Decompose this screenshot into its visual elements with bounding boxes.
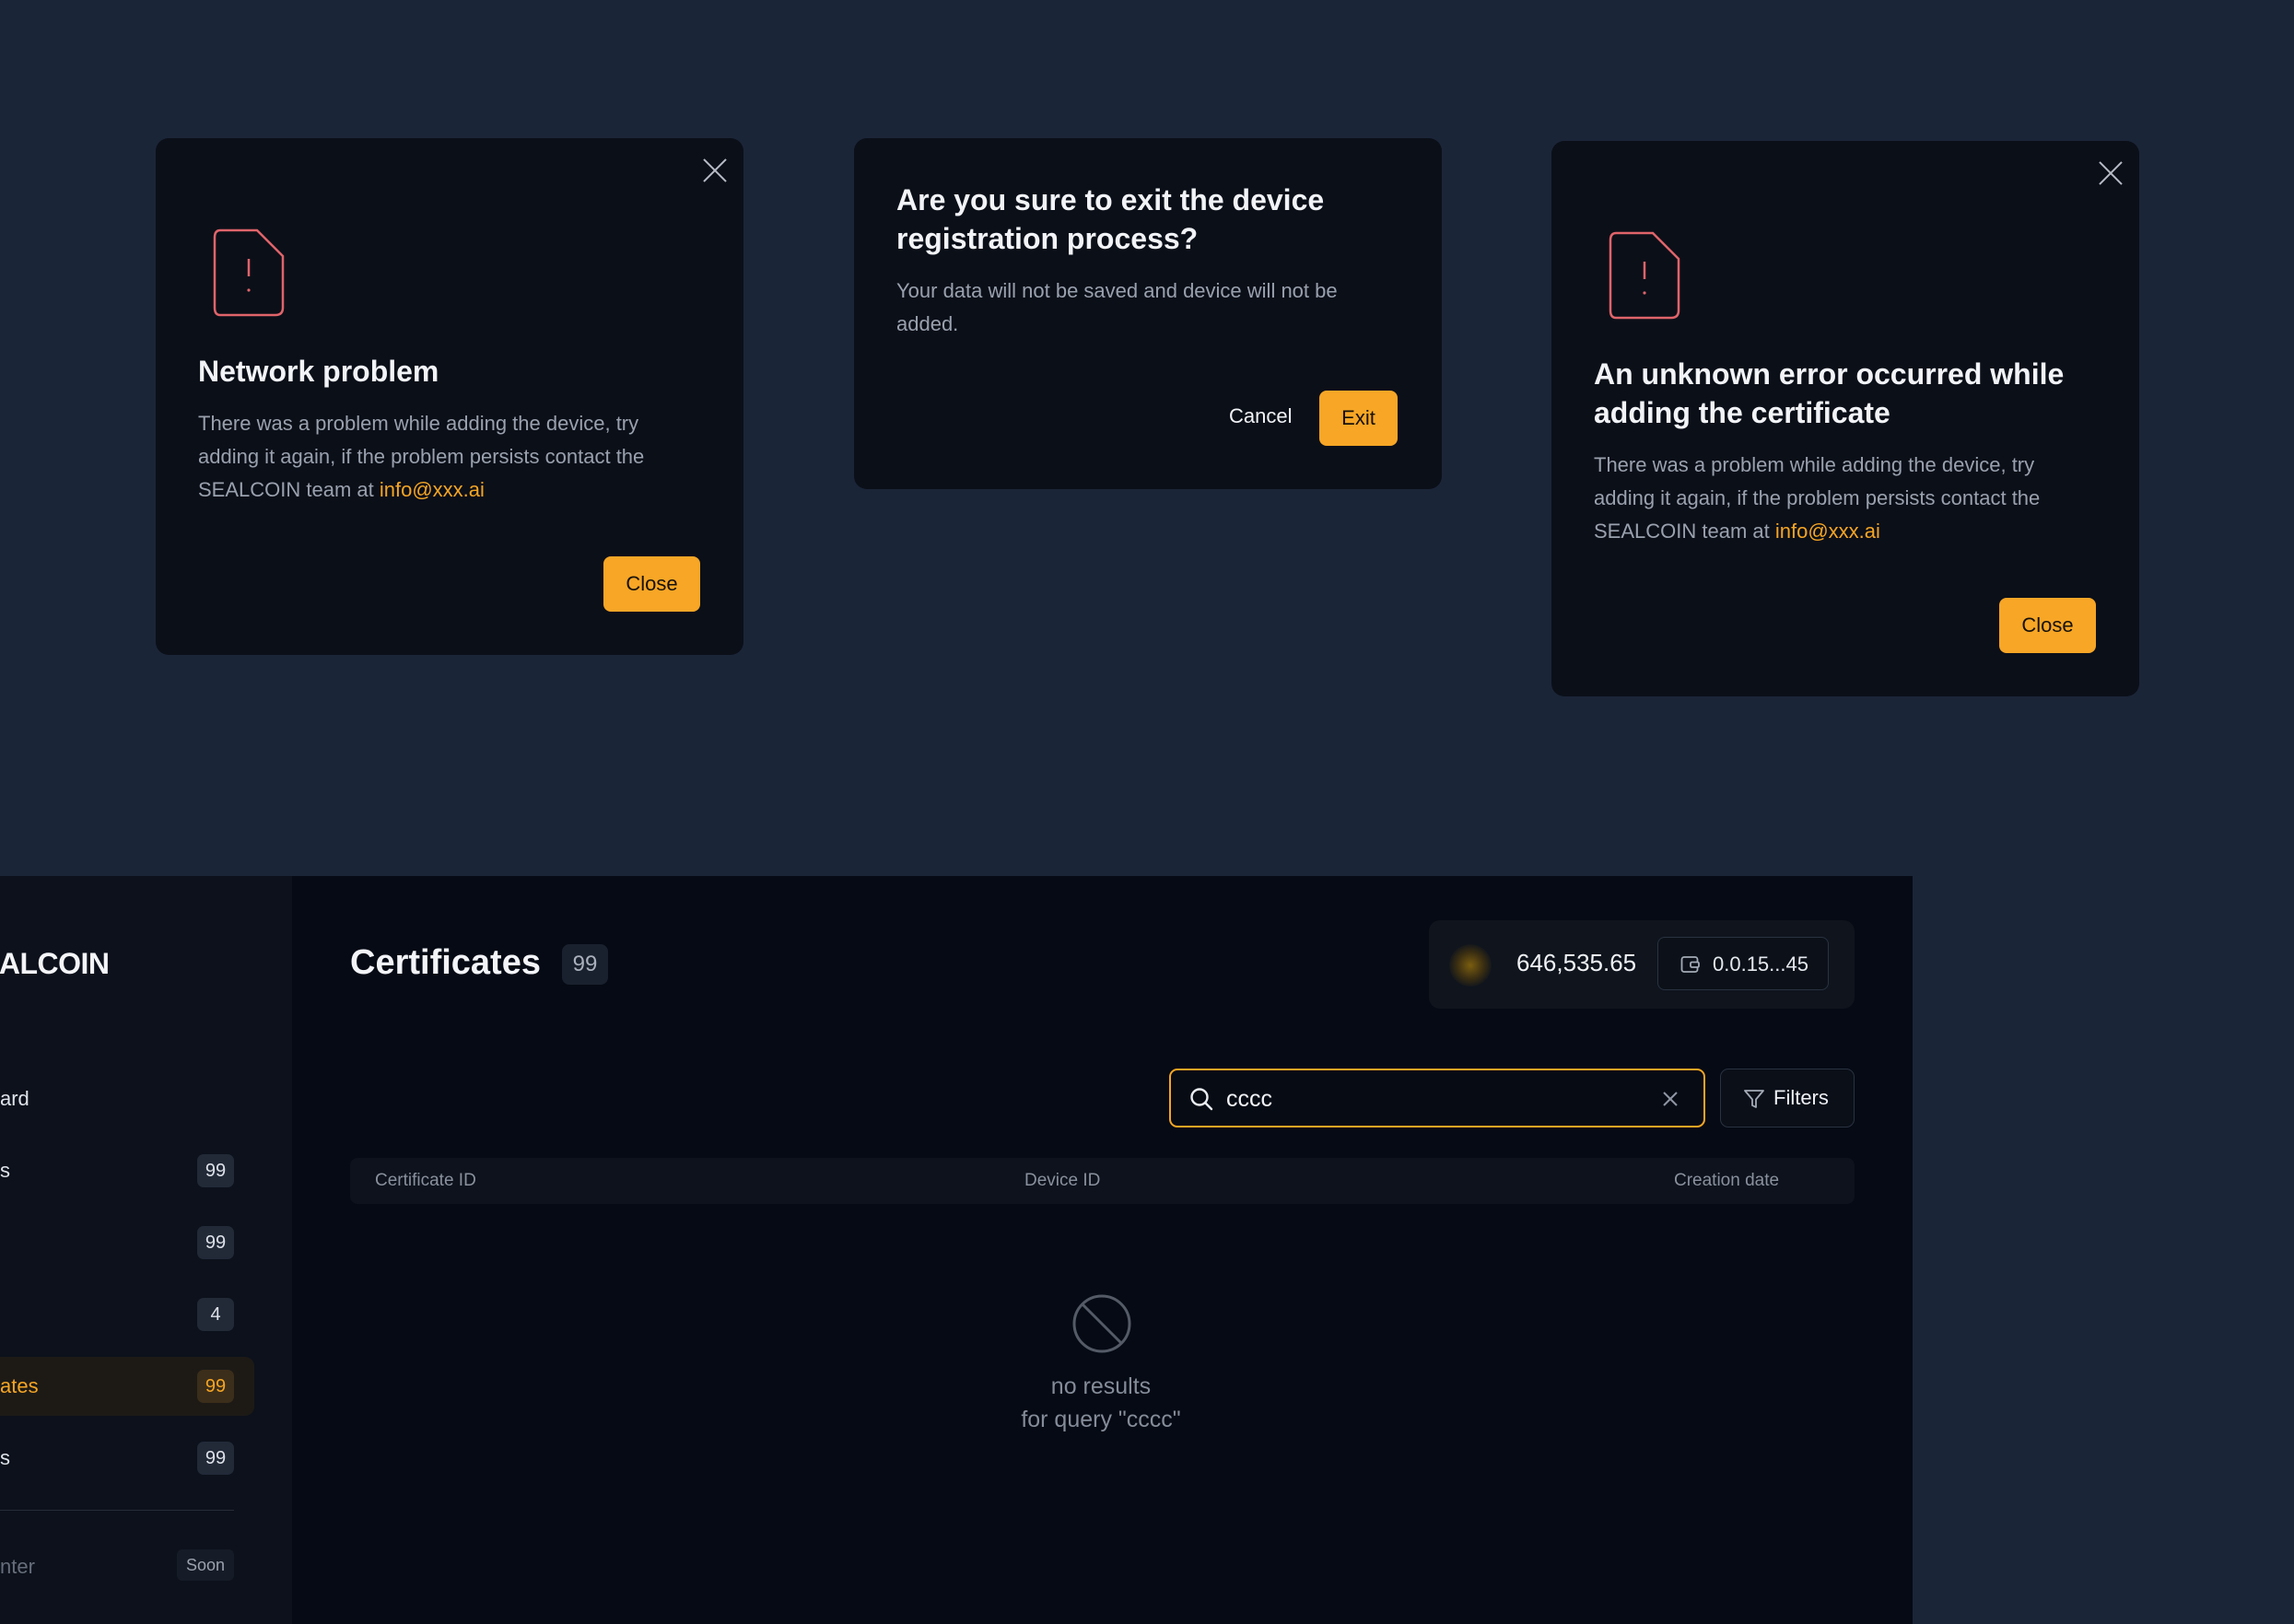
sidebar-item-label: ates	[0, 1374, 39, 1397]
unknown-error-modal: An unknown error occurred while adding t…	[1551, 141, 2139, 696]
sidebar-item-certificates[interactable]: ates 99	[0, 1357, 254, 1416]
clear-search-icon[interactable]	[1661, 1090, 1680, 1108]
modal-title: Are you sure to exit the device registra…	[896, 183, 1325, 255]
search-icon	[1190, 1088, 1213, 1111]
warning-file-icon	[1609, 231, 1680, 320]
title-count-badge: 99	[562, 944, 608, 985]
network-problem-modal: Network problem There was a problem whil…	[156, 138, 743, 655]
close-button[interactable]: Close	[603, 556, 700, 612]
support-email-link[interactable]: info@xxx.ai	[380, 478, 485, 501]
modal-message: There was a problem while adding the dev…	[198, 407, 705, 507]
column-header-creation-date[interactable]: Creation date	[1674, 1171, 1779, 1191]
warning-file-icon	[213, 228, 285, 317]
sidebar-item-soon-label: nter	[0, 1555, 35, 1578]
sidebar: EALCOIN ard s 99 99 4 ates 99 s 99 nter …	[0, 876, 292, 1624]
sidebar-item-6[interactable]: s 99	[0, 1429, 254, 1488]
empty-state-title: no results	[1050, 1373, 1152, 1399]
soon-badge: Soon	[177, 1549, 234, 1581]
modal-title: An unknown error occurred while adding t…	[1594, 357, 2065, 429]
modal-message: Your data will not be saved and device w…	[896, 279, 1338, 335]
filters-label: Filters	[1773, 1086, 1829, 1109]
sidebar-item-label: s	[0, 1159, 10, 1182]
search-input[interactable]	[1224, 1085, 1633, 1114]
exit-confirm-modal: Are you sure to exit the device registra…	[854, 138, 1442, 489]
sidebar-item-dashboard[interactable]: ard	[0, 1069, 254, 1128]
table-header: Certificate ID Device ID Creation date	[350, 1158, 1855, 1204]
wallet-address: 0.0.15...45	[1713, 952, 1808, 976]
wallet-balance: 646,535.65	[1516, 949, 1637, 976]
count-badge: 99	[197, 1370, 234, 1403]
sidebar-item-label: s	[0, 1446, 10, 1469]
column-header-device-id[interactable]: Device ID	[1024, 1171, 1100, 1191]
column-header-certificate-id[interactable]: Certificate ID	[375, 1171, 476, 1191]
no-results-icon	[1072, 1294, 1131, 1353]
sidebar-item-label: ard	[0, 1087, 29, 1110]
sidebar-item-4[interactable]: 4	[0, 1285, 254, 1344]
modal-message: There was a problem while adding the dev…	[1594, 449, 2101, 548]
sidebar-divider	[0, 1510, 234, 1511]
certificates-page: EALCOIN ard s 99 99 4 ates 99 s 99 nter …	[0, 876, 1913, 1624]
count-badge: 4	[197, 1298, 234, 1331]
wallet-panel: 646,535.65 0.0.15...45	[1429, 920, 1855, 1009]
exit-button[interactable]: Exit	[1319, 391, 1398, 446]
sidebar-item-2[interactable]: s 99	[0, 1141, 254, 1200]
filters-button[interactable]: Filters	[1720, 1069, 1855, 1127]
count-badge: 99	[197, 1154, 234, 1187]
app-logo[interactable]: EALCOIN	[0, 947, 110, 981]
close-icon[interactable]	[2097, 159, 2124, 187]
page-title: Certificates	[350, 943, 541, 982]
close-button[interactable]: Close	[1999, 598, 2096, 653]
modal-title: Network problem	[198, 355, 439, 388]
sidebar-item-3[interactable]: 99	[0, 1213, 254, 1272]
support-email-link[interactable]: info@xxx.ai	[1775, 520, 1880, 543]
wallet-address-button[interactable]: 0.0.15...45	[1657, 937, 1829, 990]
count-badge: 99	[197, 1226, 234, 1259]
search-field[interactable]	[1169, 1069, 1705, 1127]
count-badge: 99	[197, 1442, 234, 1475]
empty-state-query: for query "cccc"	[1021, 1407, 1181, 1432]
coin-icon	[1449, 944, 1492, 987]
filter-icon	[1744, 1090, 1764, 1108]
close-icon[interactable]	[701, 157, 729, 184]
cancel-button[interactable]: Cancel	[1229, 404, 1292, 428]
wallet-icon	[1680, 956, 1700, 973]
